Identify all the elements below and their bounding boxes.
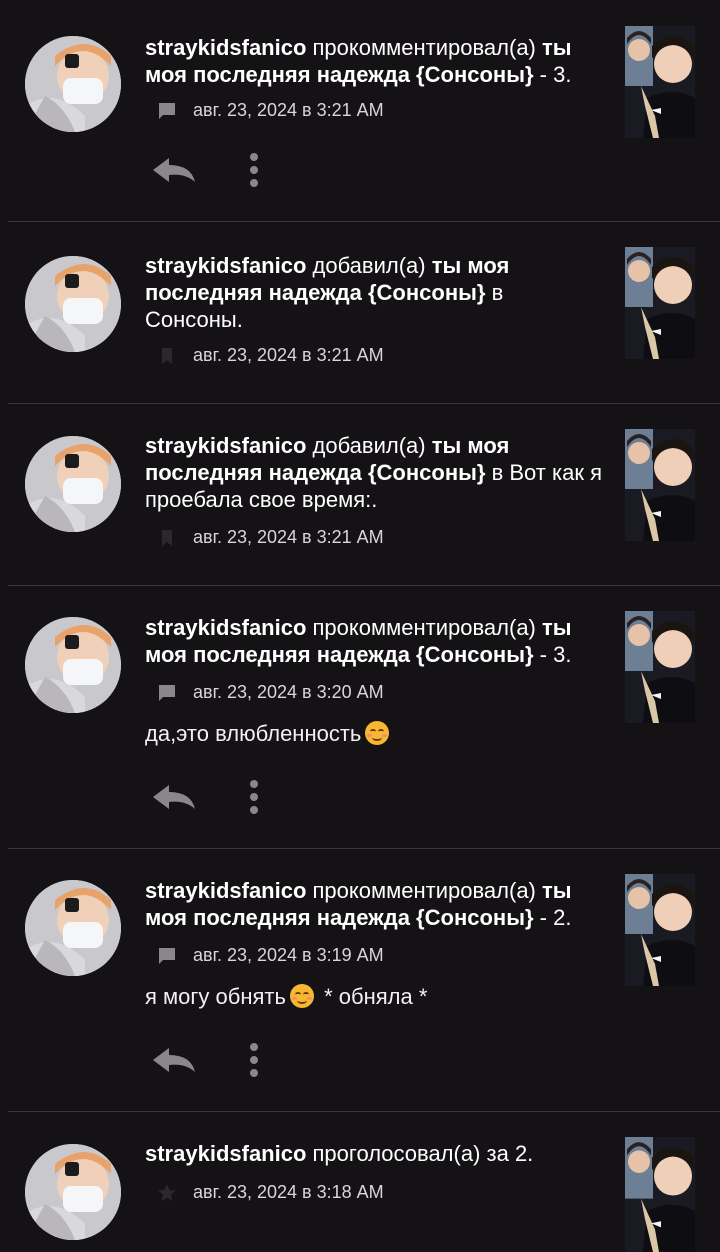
- action-tail: - 2.: [533, 905, 572, 930]
- username-link[interactable]: straykidsfanico: [145, 35, 306, 60]
- username-link[interactable]: straykidsfanico: [145, 253, 306, 278]
- action-tail: за 2.: [486, 1141, 534, 1166]
- user-avatar[interactable]: [25, 880, 121, 976]
- star-icon: [157, 1183, 177, 1203]
- action-text: прокомментировал(а): [306, 35, 542, 60]
- username-link[interactable]: straykidsfanico: [145, 615, 306, 640]
- user-avatar[interactable]: [25, 617, 121, 713]
- comment-actions: [150, 779, 264, 815]
- action-text: прокомментировал(а): [306, 615, 542, 640]
- comment-icon: [157, 101, 177, 121]
- activity-meta: авг. 23, 2024 в 3:21 AM: [145, 527, 384, 548]
- activity-meta: авг. 23, 2024 в 3:20 AM: [145, 682, 384, 703]
- comment-actions: [150, 1042, 264, 1078]
- action-tail: - 3.: [533, 642, 572, 667]
- user-avatar[interactable]: [25, 1144, 121, 1240]
- user-avatar[interactable]: [25, 256, 121, 352]
- comment-text-tail: * обняла *: [317, 984, 428, 1009]
- reply-button[interactable]: [150, 154, 198, 186]
- story-cover-thumbnail[interactable]: [625, 429, 695, 541]
- feed-item: straykidsfanico прокомментировал(а) ты м…: [8, 0, 720, 222]
- feed-item: straykidsfanico добавил(а) ты моя послед…: [8, 221, 720, 404]
- action-text: проголосовал(а): [306, 1141, 487, 1166]
- comment-icon: [157, 946, 177, 966]
- activity-text: straykidsfanico добавил(а) ты моя послед…: [145, 252, 545, 333]
- username-link[interactable]: straykidsfanico: [145, 1141, 306, 1166]
- story-cover-thumbnail[interactable]: [625, 247, 695, 359]
- activity-meta: авг. 23, 2024 в 3:19 AM: [145, 945, 384, 966]
- username-link[interactable]: straykidsfanico: [145, 878, 306, 903]
- reply-button[interactable]: [150, 781, 198, 813]
- timestamp: авг. 23, 2024 в 3:20 AM: [193, 682, 384, 702]
- activity-text: straykidsfanico прокомментировал(а) ты м…: [145, 877, 605, 931]
- story-cover-thumbnail[interactable]: [625, 874, 695, 986]
- action-text: прокомментировал(а): [306, 878, 542, 903]
- comment-body: да,это влюбленность: [145, 721, 393, 747]
- add-to-list-icon: [157, 528, 177, 548]
- more-options-button[interactable]: [244, 1042, 264, 1078]
- username-link[interactable]: straykidsfanico: [145, 433, 306, 458]
- more-vertical-icon: [250, 153, 258, 187]
- activity-meta: авг. 23, 2024 в 3:21 AM: [145, 345, 384, 366]
- more-options-button[interactable]: [244, 152, 264, 188]
- activity-text: straykidsfanico добавил(а) ты моя послед…: [145, 432, 605, 513]
- timestamp: авг. 23, 2024 в 3:19 AM: [193, 945, 384, 965]
- add-to-list-icon: [157, 346, 177, 366]
- story-cover-thumbnail[interactable]: [625, 611, 695, 723]
- comment-text: я могу обнять: [145, 984, 286, 1009]
- smiling-face-emoji-icon: [289, 984, 314, 1008]
- activity-text: straykidsfanico проголосовал(а) за 2.: [145, 1140, 605, 1167]
- comment-body: я могу обнять * обняла *: [145, 984, 427, 1010]
- user-avatar[interactable]: [25, 36, 121, 132]
- feed-item: straykidsfanico прокомментировал(а) ты м…: [8, 848, 720, 1112]
- action-text: добавил(а): [306, 433, 432, 458]
- reply-button[interactable]: [150, 1044, 198, 1076]
- activity-text: straykidsfanico прокомментировал(а) ты м…: [145, 614, 605, 668]
- activity-text: straykidsfanico прокомментировал(а) ты м…: [145, 34, 605, 88]
- user-avatar[interactable]: [25, 436, 121, 532]
- feed-item: straykidsfanico прокомментировал(а) ты м…: [8, 585, 720, 849]
- comment-text: да,это влюбленность: [145, 721, 362, 746]
- comment-actions: [150, 152, 264, 188]
- reply-icon: [153, 158, 195, 182]
- reply-icon: [153, 1048, 195, 1072]
- timestamp: авг. 23, 2024 в 3:18 AM: [193, 1182, 384, 1202]
- reply-icon: [153, 785, 195, 809]
- action-tail: - 3.: [533, 62, 572, 87]
- feed-item: straykidsfanico добавил(а) ты моя послед…: [8, 403, 720, 586]
- story-cover-thumbnail[interactable]: [625, 26, 695, 138]
- smiling-face-emoji-icon: [365, 721, 390, 745]
- timestamp: авг. 23, 2024 в 3:21 AM: [193, 100, 384, 120]
- comment-icon: [157, 683, 177, 703]
- feed-item: straykidsfanico проголосовал(а) за 2. ав…: [8, 1111, 720, 1252]
- timestamp: авг. 23, 2024 в 3:21 AM: [193, 527, 384, 547]
- activity-meta: авг. 23, 2024 в 3:21 AM: [145, 100, 384, 121]
- more-vertical-icon: [250, 1043, 258, 1077]
- action-text: добавил(а): [306, 253, 432, 278]
- activity-meta: авг. 23, 2024 в 3:18 AM: [145, 1182, 384, 1203]
- story-cover-thumbnail[interactable]: [625, 1137, 695, 1252]
- timestamp: авг. 23, 2024 в 3:21 AM: [193, 345, 384, 365]
- more-vertical-icon: [250, 780, 258, 814]
- more-options-button[interactable]: [244, 779, 264, 815]
